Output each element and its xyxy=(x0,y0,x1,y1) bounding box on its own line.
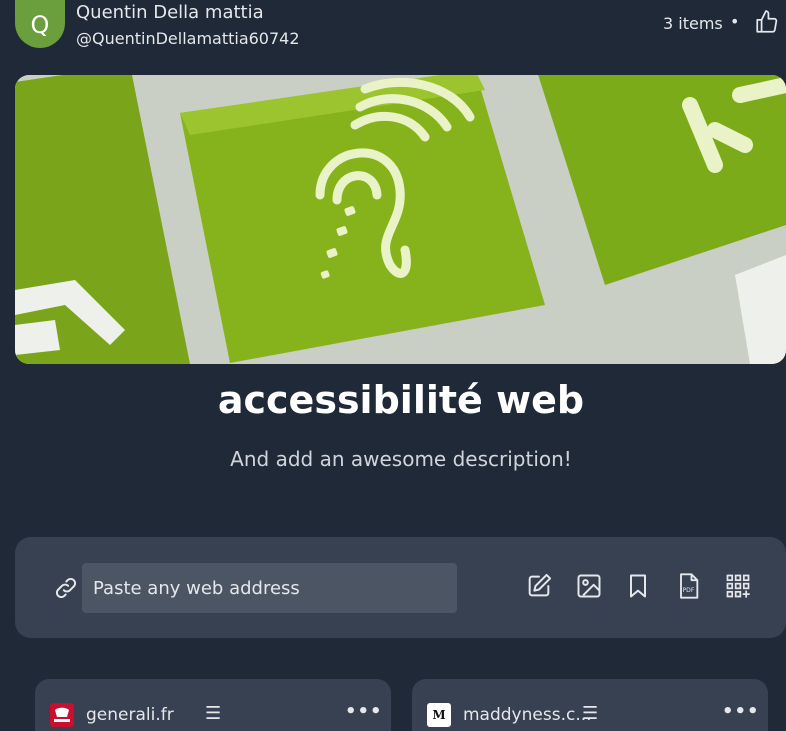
add-content-panel: PDF xyxy=(15,537,786,638)
url-input[interactable] xyxy=(82,563,457,613)
card-domain[interactable]: generali.fr xyxy=(86,705,174,725)
edit-note-icon[interactable] xyxy=(525,572,553,600)
card-domain[interactable]: maddyness.c... xyxy=(463,705,592,725)
link-card[interactable]: generali.fr ☰ ••• xyxy=(35,679,391,731)
thumbs-up-icon[interactable] xyxy=(754,9,780,35)
link-icon xyxy=(55,577,77,599)
items-count: 3 items xyxy=(663,14,723,33)
maddyness-favicon-icon: M xyxy=(427,703,451,727)
board-title[interactable]: accessibilité web xyxy=(0,378,786,422)
more-options-icon[interactable]: ••• xyxy=(345,701,383,722)
image-icon[interactable] xyxy=(575,572,603,600)
drag-menu-icon[interactable]: ☰ xyxy=(582,703,598,724)
apps-grid-icon[interactable] xyxy=(724,572,752,600)
more-options-icon[interactable]: ••• xyxy=(722,701,760,722)
link-card[interactable]: M maddyness.c... ☰ ••• xyxy=(412,679,768,731)
svg-text:PDF: PDF xyxy=(683,587,695,594)
board-description[interactable]: And add an awesome description! xyxy=(0,447,786,471)
user-handle: @QuentinDellamattia60742 xyxy=(76,29,300,48)
generali-favicon-icon xyxy=(50,703,74,727)
avatar[interactable]: Q xyxy=(15,0,65,48)
pdf-icon[interactable]: PDF xyxy=(674,572,702,600)
cover-image xyxy=(15,75,786,364)
separator-dot: • xyxy=(730,12,740,31)
bookmark-icon[interactable] xyxy=(624,572,652,600)
drag-menu-icon[interactable]: ☰ xyxy=(205,703,221,724)
user-name[interactable]: Quentin Della mattia xyxy=(76,2,264,23)
